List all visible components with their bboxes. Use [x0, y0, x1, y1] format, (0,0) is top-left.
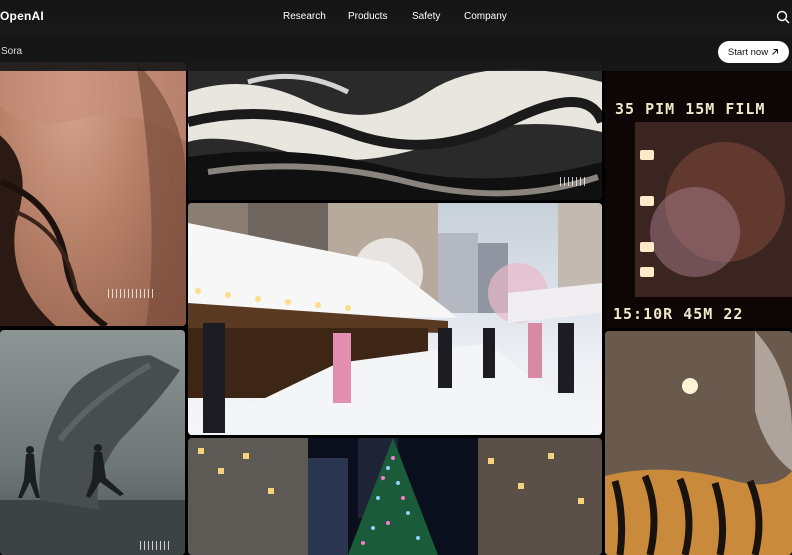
video-tile-ship-fog[interactable] [0, 330, 185, 555]
video-tile-abstract-marble[interactable] [188, 62, 602, 200]
nav-research[interactable]: Research [283, 11, 326, 22]
snowy-market-image [188, 203, 602, 435]
openai-logo[interactable]: OpenAI [0, 9, 44, 23]
search-icon[interactable] [776, 10, 790, 24]
city-christmas-tree-image [188, 438, 602, 555]
nav-company[interactable]: Company [464, 11, 507, 22]
video-scrubber[interactable] [108, 289, 153, 298]
video-tile-film-strip[interactable]: 35 PIM 15M FILM 15:10R 45M 22 [605, 62, 792, 328]
start-now-label: Start now [727, 46, 769, 58]
video-scrubber[interactable] [560, 177, 585, 186]
abstract-marble-image [188, 62, 602, 200]
face-closeup-image [0, 62, 186, 326]
tiger-image [605, 331, 792, 555]
top-navigation-bar: OpenAI Research Products Safety Company [0, 0, 792, 35]
ship-fog-image [0, 355, 185, 555]
nav-products[interactable]: Products [348, 11, 387, 22]
video-tile-face-closeup[interactable] [0, 62, 186, 326]
video-tile-snowy-market[interactable] [188, 203, 602, 435]
video-scrubber[interactable] [140, 541, 169, 550]
section-title[interactable]: Sora [1, 46, 22, 57]
start-now-button[interactable]: Start now [718, 41, 789, 63]
nav-safety[interactable]: Safety [412, 11, 440, 22]
section-subheader: Sora Start now [0, 35, 792, 71]
film-bottom-text: 15:10R 45M 22 [613, 305, 744, 323]
film-top-text: 35 PIM 15M FILM [615, 100, 766, 118]
arrow-up-right-icon [772, 49, 779, 55]
video-tile-tiger[interactable] [605, 331, 792, 555]
video-tile-city-christmas-tree[interactable] [188, 438, 602, 555]
